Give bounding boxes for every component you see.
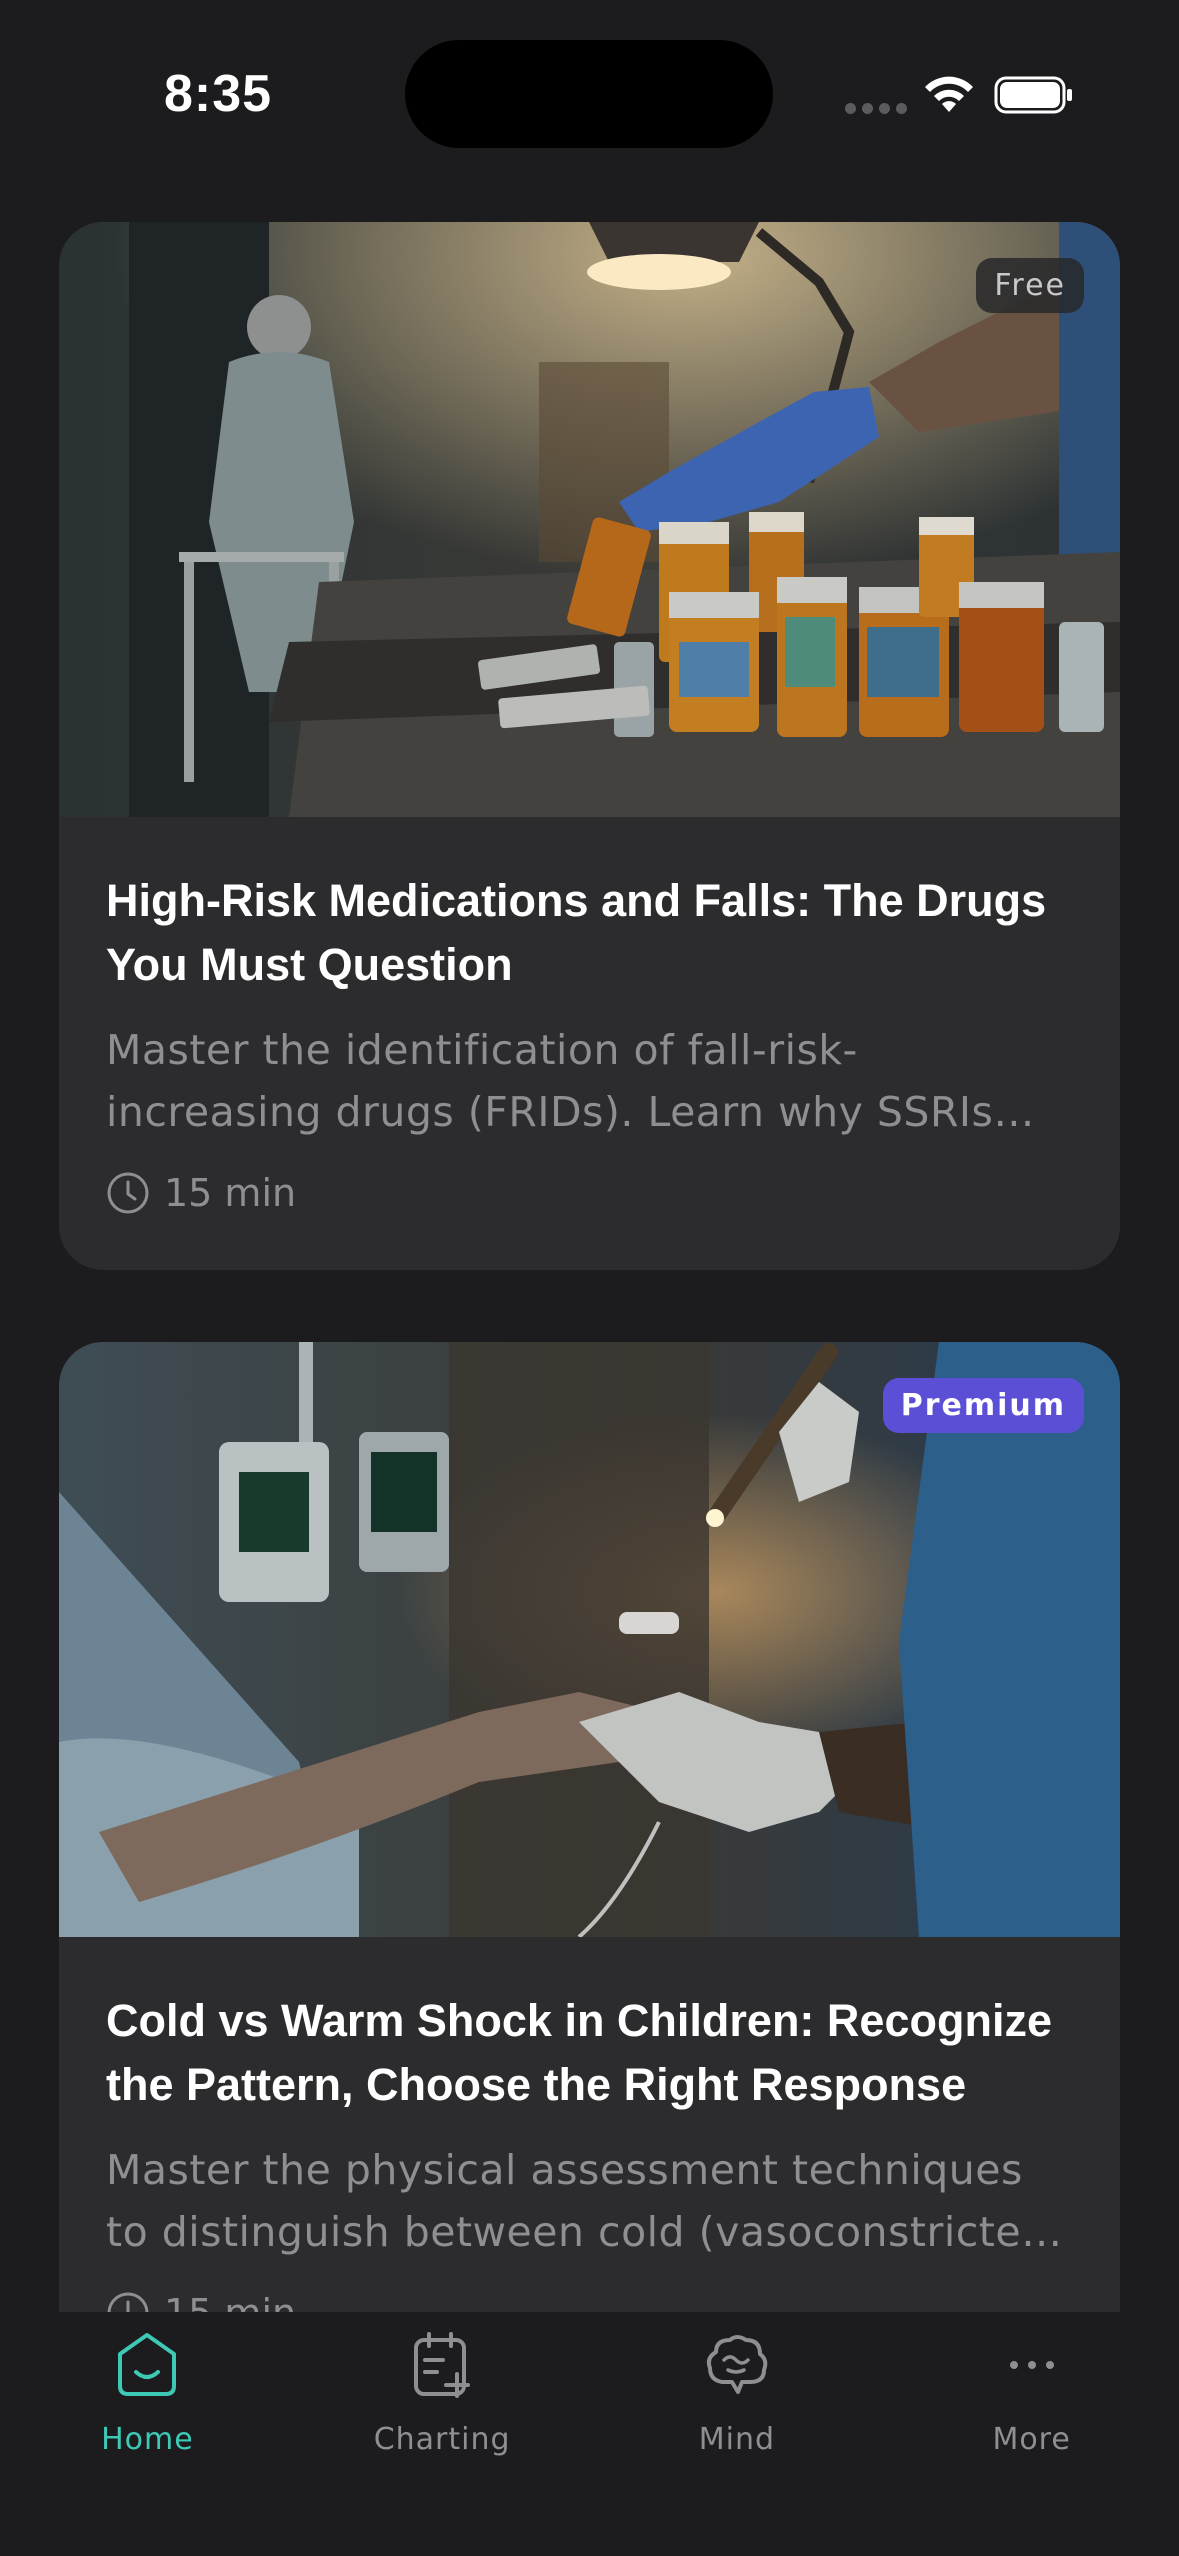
tab-home[interactable]: Home [0,2312,295,2556]
clock-icon [107,2292,149,2312]
brain-icon [706,2335,768,2394]
app-screen: 8:35 Free High-Risk Medications and Fall… [0,0,1179,2556]
charting-icon [414,2332,471,2398]
tab-label: Charting [373,2422,511,2457]
lesson-title: Cold vs Warm Shock in Children: Recogniz… [106,1995,1052,2110]
lesson-feed[interactable]: Free High-Risk Medications and Falls: Th… [0,0,1179,2312]
tab-label: Home [101,2422,194,2457]
clock-icon [107,1172,149,1214]
tab-bar: Home Charting Mind More [0,2312,1179,2556]
tab-mind[interactable]: Mind [590,2312,885,2556]
lesson-card-body: Cold vs Warm Shock in Children: Recogniz… [59,1989,1120,2312]
lesson-duration: 15 min [106,2291,1073,2312]
lesson-image: Premium [59,1342,1120,1937]
lesson-card-body: High-Risk Medications and Falls: The Dru… [59,869,1120,1215]
lesson-card[interactable]: Free High-Risk Medications and Falls: Th… [59,222,1120,1270]
lesson-description: Master the physical assessment technique… [106,2146,1065,2256]
tab-label: Mind [698,2422,776,2457]
home-icon [118,2333,177,2396]
lesson-card[interactable]: Premium Cold vs Warm Shock in Children: … [59,1342,1120,2312]
duration-label: 15 min [164,2291,296,2312]
premium-badge: Premium [882,1378,1084,1433]
tab-more[interactable]: More [884,2312,1179,2556]
lesson-image: Free [59,222,1120,817]
free-badge: Free [976,258,1084,313]
tab-label: More [992,2422,1071,2457]
lesson-duration: 15 min [106,1171,1073,1215]
lesson-description: Master the identification of fall-risk-i… [106,1026,994,1136]
tab-charting[interactable]: Charting [295,2312,590,2556]
lesson-title: High-Risk Medications and Falls: The Dru… [106,875,1047,990]
more-icon [1009,2361,1054,2369]
duration-label: 15 min [164,1171,297,1215]
photo-medications-falls [59,222,1120,817]
